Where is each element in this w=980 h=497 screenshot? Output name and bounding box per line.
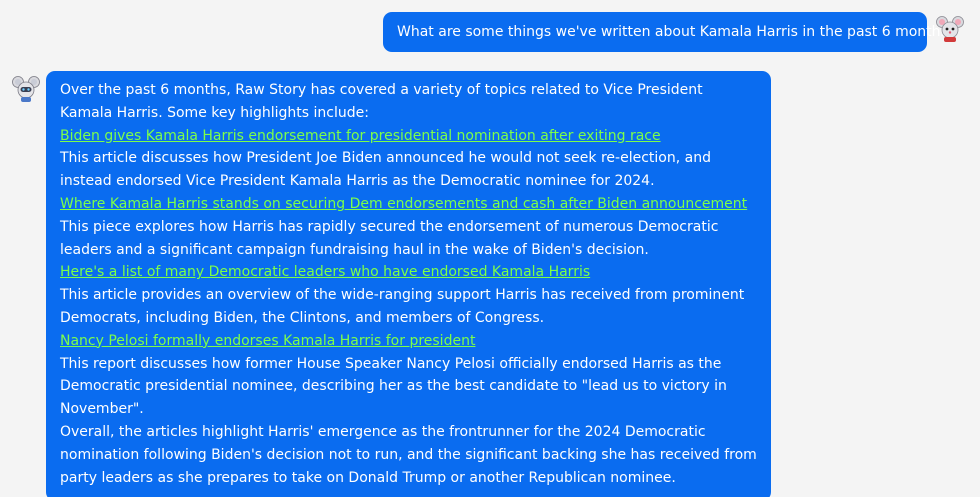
mouse-mascot-icon: [936, 15, 964, 43]
user-message-text: What are some things we've written about…: [397, 24, 956, 40]
article-link[interactable]: Here's a list of many Democratic leaders…: [60, 264, 590, 280]
article-summary: This piece explores how Harris has rapid…: [60, 218, 719, 258]
chat-page: What are some things we've written about…: [0, 0, 980, 497]
article-summary: This report discusses how former House S…: [60, 355, 727, 418]
article-summary: This article provides an overview of the…: [60, 287, 745, 326]
assistant-intro: Over the past 6 months, Raw Story has co…: [60, 82, 703, 121]
robot-mouse-mascot-icon: [12, 75, 40, 103]
assistant-message-bubble: Over the past 6 months, Raw Story has co…: [46, 71, 771, 497]
article-link[interactable]: Where Kamala Harris stands on securing D…: [60, 196, 747, 212]
article-summary: This article discusses how President Joe…: [60, 150, 711, 190]
user-message-bubble: What are some things we've written about…: [383, 12, 955, 52]
article-link[interactable]: Nancy Pelosi formally endorses Kamala Ha…: [60, 333, 475, 349]
assistant-conclusion: Overall, the articles highlight Harris' …: [60, 423, 757, 486]
article-link[interactable]: Biden gives Kamala Harris endorsement fo…: [60, 128, 661, 144]
